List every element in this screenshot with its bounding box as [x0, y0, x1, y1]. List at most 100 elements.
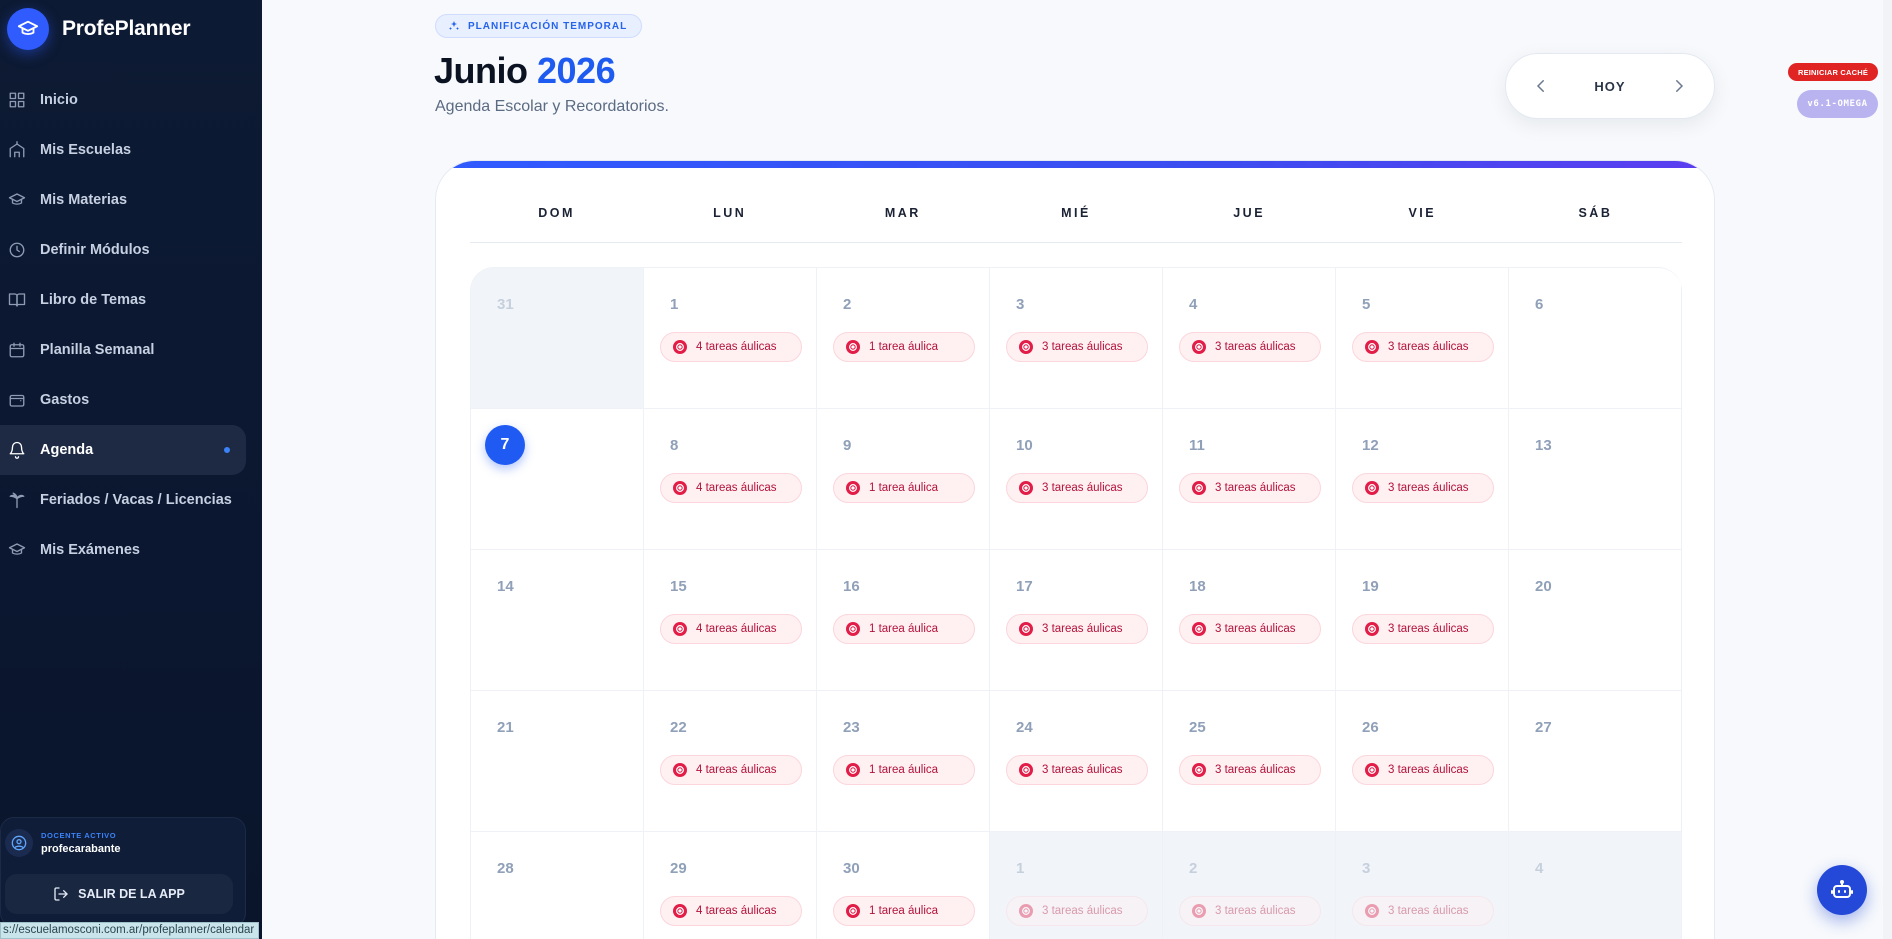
- robot-icon: [1831, 880, 1853, 898]
- calendar-day-cell[interactable]: 28: [471, 832, 644, 939]
- task-chip[interactable]: 3 tareas áulicas: [1179, 332, 1321, 362]
- calendar-day-cell[interactable]: 17 3 tareas áulicas: [990, 550, 1163, 691]
- calendar-day-cell[interactable]: 1 3 tareas áulicas: [990, 832, 1163, 939]
- task-chip[interactable]: 3 tareas áulicas: [1006, 755, 1148, 785]
- calendar-day-cell[interactable]: 2 3 tareas áulicas: [1163, 832, 1336, 939]
- task-chip[interactable]: 3 tareas áulicas: [1352, 755, 1494, 785]
- calendar-day-cell[interactable]: 2 1 tarea áulica: [817, 268, 990, 409]
- calendar-day-cell[interactable]: 10 3 tareas áulicas: [990, 409, 1163, 550]
- target-icon: [673, 763, 687, 777]
- task-chip[interactable]: 3 tareas áulicas: [1352, 332, 1494, 362]
- brand[interactable]: ProfePlanner: [7, 8, 191, 50]
- calendar-day-cell[interactable]: 5 3 tareas áulicas: [1336, 268, 1509, 409]
- sidebar-item-mis-exámenes[interactable]: Mis Exámenes: [0, 525, 262, 575]
- sidebar-item-agenda[interactable]: Agenda: [0, 425, 246, 475]
- day-number: 14: [497, 578, 514, 595]
- calendar-day-cell[interactable]: 3 3 tareas áulicas: [1336, 832, 1509, 939]
- sidebar-item-feriados-vacas-licencias[interactable]: Feriados / Vacas / Licencias: [0, 475, 262, 525]
- sidebar-item-mis-materias[interactable]: Mis Materias: [0, 175, 262, 225]
- task-chip-label: 3 tareas áulicas: [1388, 623, 1469, 635]
- task-chip[interactable]: 4 tareas áulicas: [660, 473, 802, 503]
- calendar-day-cell[interactable]: 18 3 tareas áulicas: [1163, 550, 1336, 691]
- task-chip[interactable]: 4 tareas áulicas: [660, 896, 802, 926]
- sidebar-item-label: Inicio: [40, 92, 78, 108]
- grid-icon: [8, 91, 26, 109]
- sidebar-item-planilla-semanal[interactable]: Planilla Semanal: [0, 325, 262, 375]
- task-chip[interactable]: 3 tareas áulicas: [1352, 473, 1494, 503]
- task-chip[interactable]: 4 tareas áulicas: [660, 332, 802, 362]
- calendar-day-cell[interactable]: 15 4 tareas áulicas: [644, 550, 817, 691]
- task-chip[interactable]: 1 tarea áulica: [833, 332, 975, 362]
- sidebar-item-libro-de-temas[interactable]: Libro de Temas: [0, 275, 262, 325]
- calendar-day-cell[interactable]: 30 1 tarea áulica: [817, 832, 990, 939]
- next-month-button[interactable]: [1670, 77, 1688, 95]
- sidebar-item-mis-escuelas[interactable]: Mis Escuelas: [0, 125, 262, 175]
- calendar-day-cell[interactable]: 12 3 tareas áulicas: [1336, 409, 1509, 550]
- weekday-label: MIÉ: [1061, 206, 1091, 220]
- day-number: 21: [497, 719, 514, 736]
- calendar-card: DOM LUN MAR MIÉ JUE VIE SÁB 31 1 4 tareas áulica…: [435, 160, 1715, 939]
- task-chip-label: 3 tareas áulicas: [1042, 341, 1123, 353]
- task-chip-label: 3 tareas áulicas: [1388, 905, 1469, 917]
- calendar-day-cell[interactable]: 29 4 tareas áulicas: [644, 832, 817, 939]
- task-chip-label: 3 tareas áulicas: [1042, 482, 1123, 494]
- task-chip[interactable]: 3 tareas áulicas: [1006, 896, 1148, 926]
- calendar-day-cell[interactable]: 8 4 tareas áulicas: [644, 409, 817, 550]
- task-chip[interactable]: 3 tareas áulicas: [1352, 896, 1494, 926]
- chevron-left-icon: [1536, 80, 1544, 92]
- calendar-day-cell[interactable]: 16 1 tarea áulica: [817, 550, 990, 691]
- calendar-day-cell[interactable]: 4 3 tareas áulicas: [1163, 268, 1336, 409]
- calendar-day-cell[interactable]: 27: [1509, 691, 1682, 832]
- calendar-day-cell[interactable]: 24 3 tareas áulicas: [990, 691, 1163, 832]
- calendar-day-cell[interactable]: 11 3 tareas áulicas: [1163, 409, 1336, 550]
- calendar-day-cell[interactable]: 13: [1509, 409, 1682, 550]
- task-chip[interactable]: 3 tareas áulicas: [1179, 614, 1321, 644]
- calendar-day-cell[interactable]: 20: [1509, 550, 1682, 691]
- calendar-day-cell[interactable]: 1 4 tareas áulicas: [644, 268, 817, 409]
- target-icon: [1019, 340, 1033, 354]
- task-chip-label: 1 tarea áulica: [869, 623, 939, 635]
- task-chip[interactable]: 1 tarea áulica: [833, 755, 975, 785]
- calendar-day-cell[interactable]: 31: [471, 268, 644, 409]
- task-chip[interactable]: 3 tareas áulicas: [1006, 614, 1148, 644]
- reset-cache-button[interactable]: REINICIAR CACHÉ: [1788, 63, 1878, 81]
- calendar-day-cell[interactable]: 3 3 tareas áulicas: [990, 268, 1163, 409]
- task-chip[interactable]: 4 tareas áulicas: [660, 755, 802, 785]
- task-chip[interactable]: 4 tareas áulicas: [660, 614, 802, 644]
- calendar-day-cell[interactable]: 25 3 tareas áulicas: [1163, 691, 1336, 832]
- task-chip[interactable]: 3 tareas áulicas: [1006, 332, 1148, 362]
- school-icon: [8, 141, 26, 159]
- sidebar-item-gastos[interactable]: Gastos: [0, 375, 262, 425]
- prev-month-button[interactable]: [1532, 77, 1550, 95]
- task-chip[interactable]: 1 tarea áulica: [833, 896, 975, 926]
- task-chip[interactable]: 3 tareas áulicas: [1006, 473, 1148, 503]
- calendar-day-cell[interactable]: 22 4 tareas áulicas: [644, 691, 817, 832]
- calendar-day-cell[interactable]: 14: [471, 550, 644, 691]
- task-chip[interactable]: 1 tarea áulica: [833, 473, 975, 503]
- day-number: 27: [1535, 719, 1552, 736]
- calendar-day-cell[interactable]: 7: [471, 409, 644, 550]
- calendar-day-cell[interactable]: 23 1 tarea áulica: [817, 691, 990, 832]
- task-chip[interactable]: 3 tareas áulicas: [1179, 473, 1321, 503]
- logout-button[interactable]: SALIR DE LA APP: [5, 874, 233, 914]
- assistant-bot-button[interactable]: [1817, 865, 1867, 915]
- task-chip[interactable]: 3 tareas áulicas: [1179, 755, 1321, 785]
- calendar-day-cell[interactable]: 26 3 tareas áulicas: [1336, 691, 1509, 832]
- task-chip-label: 1 tarea áulica: [869, 764, 939, 776]
- day-number: 15: [670, 578, 687, 595]
- calendar-day-cell[interactable]: 19 3 tareas áulicas: [1336, 550, 1509, 691]
- task-chip[interactable]: 3 tareas áulicas: [1179, 896, 1321, 926]
- task-chip[interactable]: 3 tareas áulicas: [1352, 614, 1494, 644]
- today-button[interactable]: HOY: [1594, 79, 1625, 94]
- calendar-day-cell[interactable]: 6: [1509, 268, 1682, 409]
- day-number: 19: [1362, 578, 1379, 595]
- day-number: 24: [1016, 719, 1033, 736]
- calendar-day-cell[interactable]: 4: [1509, 832, 1682, 939]
- sidebar-item-definir-módulos[interactable]: Definir Módulos: [0, 225, 262, 275]
- sidebar-item-inicio[interactable]: Inicio: [0, 75, 262, 125]
- page-scrollbar[interactable]: [1883, 0, 1892, 939]
- target-icon: [673, 340, 687, 354]
- task-chip[interactable]: 1 tarea áulica: [833, 614, 975, 644]
- calendar-day-cell[interactable]: 21: [471, 691, 644, 832]
- calendar-day-cell[interactable]: 9 1 tarea áulica: [817, 409, 990, 550]
